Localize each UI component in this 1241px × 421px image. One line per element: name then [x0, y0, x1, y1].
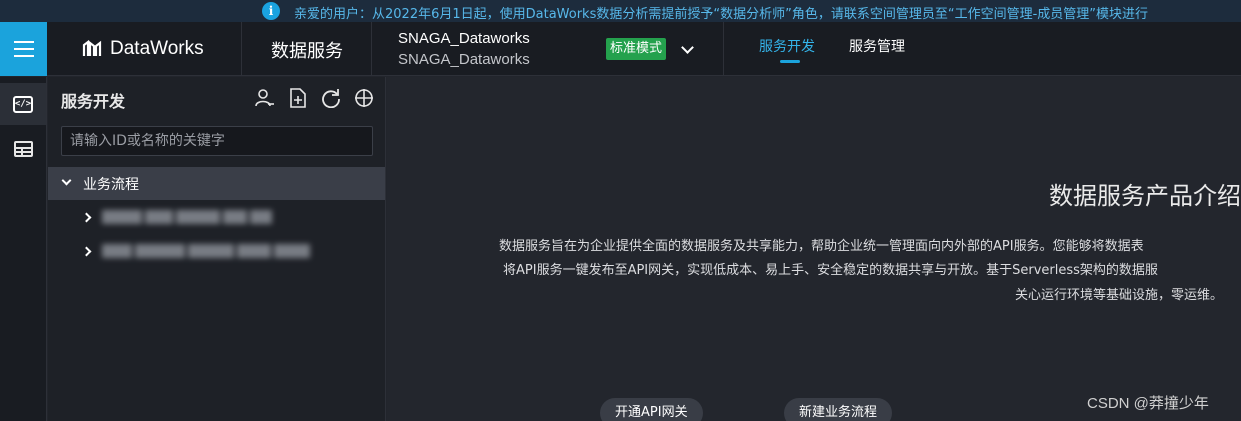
watermark: CSDN @莽撞少年 [1087, 395, 1209, 412]
tab-active-indicator [780, 60, 800, 63]
module-title[interactable]: 数据服务 [271, 37, 343, 63]
rail-item-service-dev[interactable]: </> [0, 83, 46, 125]
user-icon[interactable] [254, 87, 276, 109]
left-rail: </> [0, 77, 47, 421]
tree-item[interactable] [48, 201, 385, 235]
redacted-label [102, 209, 275, 227]
main-content: 数据服务产品介绍 数据服务旨在为企业提供全面的数据服务及共享能力，帮助企业统一管… [387, 77, 1241, 421]
locate-icon[interactable] [353, 87, 375, 109]
tab-service-dev[interactable]: 服务开发 [759, 36, 815, 56]
new-file-icon[interactable] [287, 87, 309, 109]
tree-root-label: 业务流程 [83, 177, 139, 193]
chevron-down-icon[interactable] [61, 175, 72, 186]
divider [371, 22, 372, 76]
info-icon: i [262, 2, 280, 20]
side-panel: 服务开发 业务流程 [48, 77, 386, 421]
intro-line: 数据服务旨在为企业提供全面的数据服务及共享能力，帮助企业统一管理面向内外部的AP… [499, 239, 1144, 254]
logo[interactable]: DataWorks [82, 38, 204, 60]
tab-service-manage[interactable]: 服务管理 [849, 36, 905, 56]
workspace-sub: SNAGA_Dataworks [398, 51, 530, 68]
redacted-label [102, 243, 313, 261]
top-bar: DataWorks 数据服务 SNAGA_Dataworks SNAGA_Dat… [0, 22, 1241, 76]
tree-root-business-flow[interactable]: 业务流程 [48, 167, 385, 200]
tree-item[interactable] [48, 235, 385, 269]
new-business-flow-button[interactable]: 新建业务流程 [784, 398, 893, 421]
notice-bar: i 亲爱的用户：从2022年6月1日起，使用DataWorks数据分析需提前授予… [0, 0, 1241, 22]
chevron-down-icon[interactable] [681, 41, 694, 54]
chevron-right-icon[interactable] [81, 212, 92, 223]
rail-item-table[interactable] [0, 128, 46, 170]
search-input[interactable] [61, 126, 373, 156]
logo-text: DataWorks [110, 38, 204, 59]
panel-toolbar [254, 87, 375, 109]
workspace-selector[interactable]: SNAGA_Dataworks SNAGA_Dataworks [398, 28, 530, 70]
table-icon [13, 141, 33, 157]
open-api-gateway-button[interactable]: 开通API网关 [600, 398, 703, 421]
intro-line: 将API服务一键发布至API网关，实现低成本、易上手、安全稳定的数据共享与开放。… [503, 263, 1158, 278]
chevron-right-icon[interactable] [81, 246, 92, 257]
refresh-icon[interactable] [320, 87, 342, 109]
divider [723, 22, 724, 76]
menu-icon[interactable] [0, 22, 47, 76]
intro-line: 关心运行环境等基础设施，零运维。 [1015, 288, 1224, 303]
workspace-name: SNAGA_Dataworks [398, 30, 530, 47]
code-icon: </> [13, 95, 33, 113]
panel-title: 服务开发 [61, 92, 126, 111]
intro-title: 数据服务产品介绍 [1049, 182, 1241, 210]
notice-text: 亲爱的用户：从2022年6月1日起，使用DataWorks数据分析需提前授予“数… [294, 7, 1148, 22]
dataworks-logo-icon [82, 40, 102, 56]
mode-badge: 标准模式 [606, 38, 667, 60]
divider [241, 22, 242, 76]
